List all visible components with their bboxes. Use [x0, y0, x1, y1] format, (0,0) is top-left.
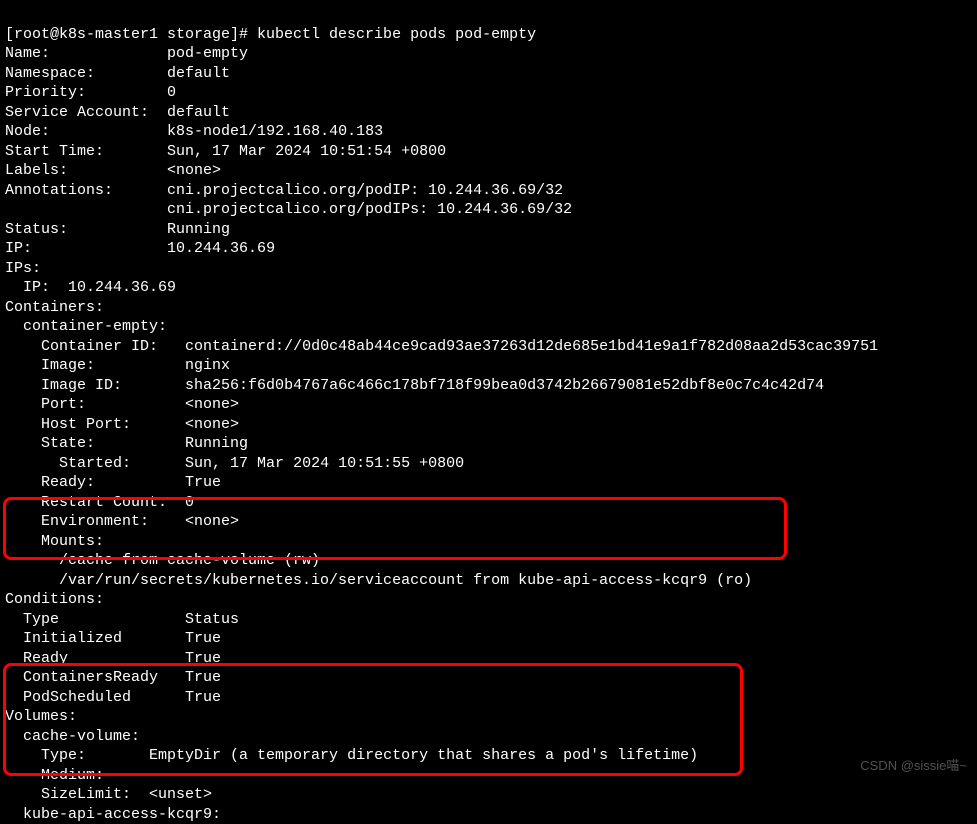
field-conditions: Conditions:: [5, 591, 104, 608]
field-ips: IPs:: [5, 260, 41, 277]
vol-sizelimit: SizeLimit: <unset>: [5, 786, 212, 803]
field-service-account: Service Account: default: [5, 104, 230, 121]
field-start-time: Start Time: Sun, 17 Mar 2024 10:51:54 +0…: [5, 143, 446, 160]
highlight-mounts: [3, 497, 787, 560]
highlight-volumes: [3, 663, 743, 776]
field-ips-entry: IP: 10.244.36.69: [5, 279, 176, 296]
field-containers: Containers:: [5, 299, 104, 316]
field-port: Port: <none>: [5, 396, 239, 413]
field-container-id: Container ID: containerd://0d0c48ab44ce9…: [5, 338, 878, 355]
field-started: Started: Sun, 17 Mar 2024 10:51:55 +0800: [5, 455, 464, 472]
field-annotations-2: cni.projectcalico.org/podIPs: 10.244.36.…: [5, 201, 572, 218]
container-name: container-empty:: [5, 318, 167, 335]
conditions-header: Type Status: [5, 611, 239, 628]
field-namespace: Namespace: default: [5, 65, 230, 82]
field-image-id: Image ID: sha256:f6d0b4767a6c466c178bf71…: [5, 377, 824, 394]
field-ip: IP: 10.244.36.69: [5, 240, 275, 257]
field-image: Image: nginx: [5, 357, 230, 374]
field-priority: Priority: 0: [5, 84, 176, 101]
field-ready: Ready: True: [5, 474, 221, 491]
field-labels: Labels: <none>: [5, 162, 221, 179]
field-host-port: Host Port: <none>: [5, 416, 239, 433]
field-annotations: Annotations: cni.projectcalico.org/podIP…: [5, 182, 563, 199]
cond-initialized: Initialized True: [5, 630, 221, 647]
field-name: Name: pod-empty: [5, 45, 248, 62]
watermark: CSDN @sissie喵~: [860, 758, 967, 775]
kube-api-access: kube-api-access-kcqr9:: [5, 806, 221, 823]
field-node: Node: k8s-node1/192.168.40.183: [5, 123, 383, 140]
field-status: Status: Running: [5, 221, 230, 238]
field-state: State: Running: [5, 435, 248, 452]
mount-entry-2: /var/run/secrets/kubernetes.io/serviceac…: [5, 572, 752, 589]
command-prompt: [root@k8s-master1 storage]# kubectl desc…: [5, 26, 536, 43]
